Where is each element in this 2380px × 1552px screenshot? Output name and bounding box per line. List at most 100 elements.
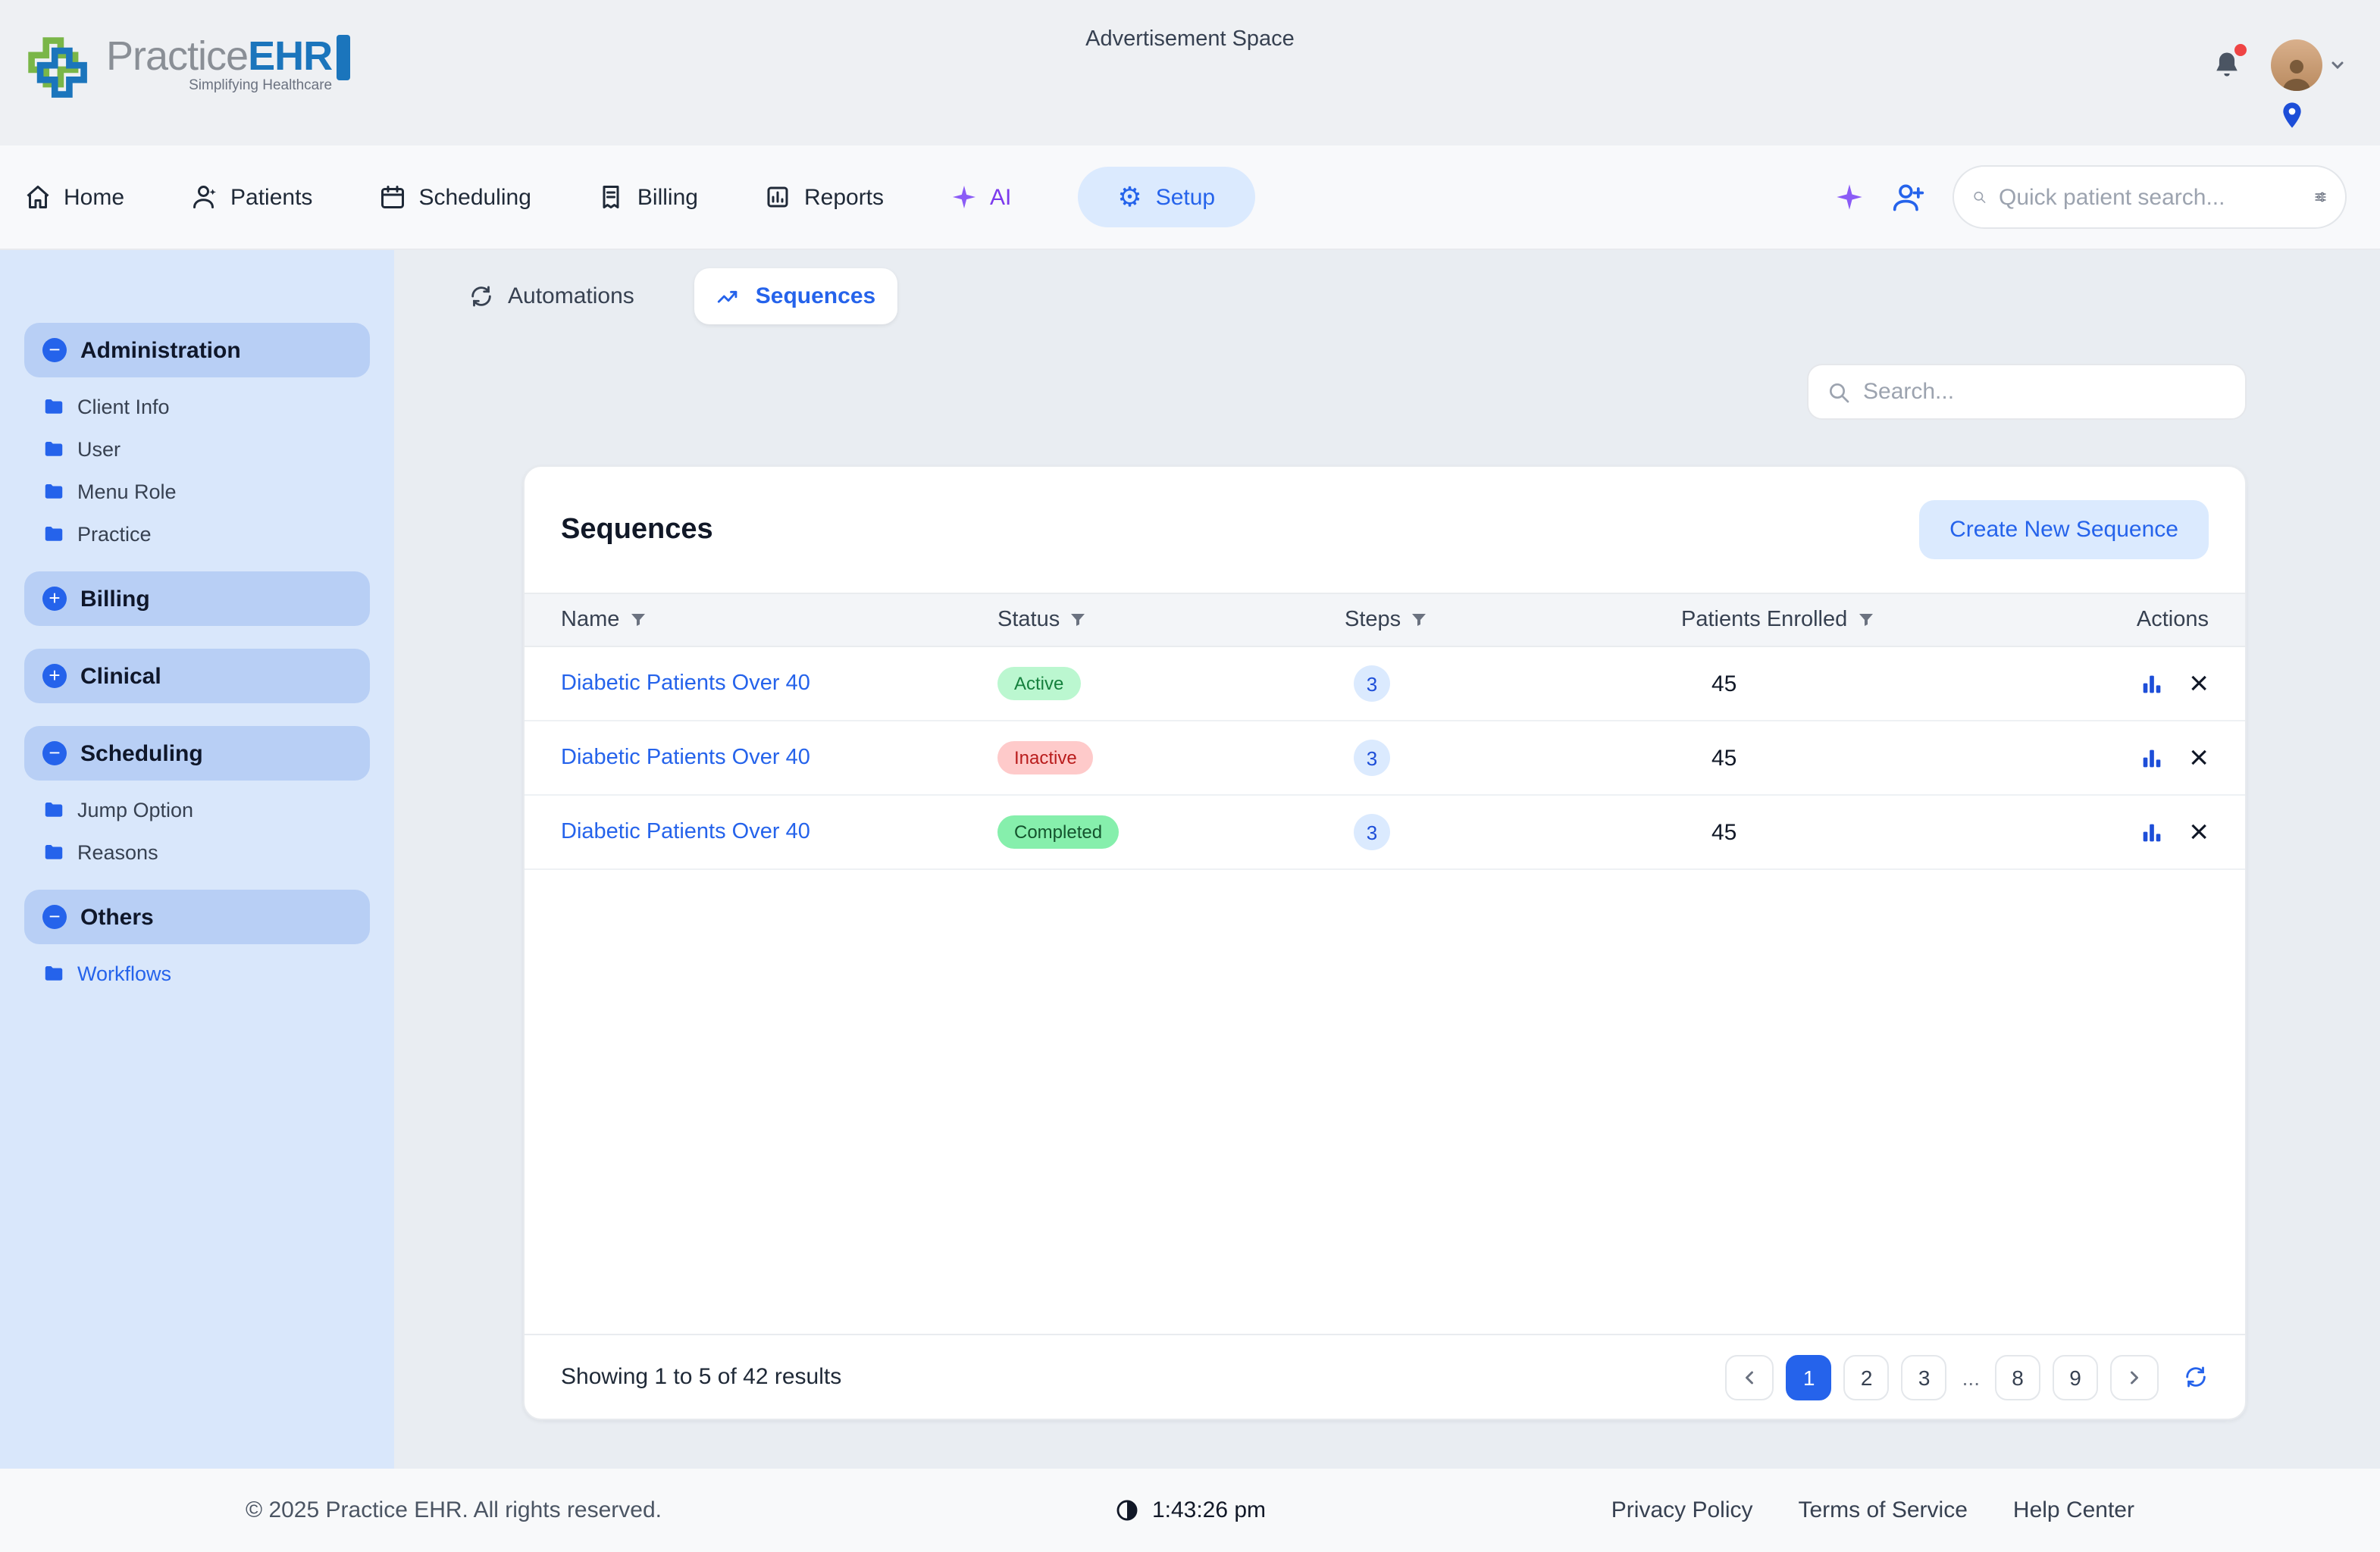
page-button-3[interactable]: 3 <box>1902 1354 1947 1400</box>
filter-funnel-icon[interactable] <box>628 611 647 629</box>
page-button-8[interactable]: 8 <box>1995 1354 2040 1400</box>
table-footer: Showing 1 to 5 of 42 results 1 2 3 ... 8… <box>525 1334 2245 1419</box>
nav-setup-label: Setup <box>1156 184 1215 210</box>
sequence-name-link[interactable]: Diabetic Patients Over 40 <box>561 820 997 844</box>
filter-sliders-icon[interactable] <box>2313 185 2327 209</box>
nav-patients[interactable]: Patients <box>191 183 312 211</box>
page-button-2[interactable]: 2 <box>1844 1354 1890 1400</box>
table-row: Diabetic Patients Over 40 Active 3 45 × <box>525 647 2245 721</box>
view-analytics-button[interactable] <box>2139 819 2165 845</box>
col-header-name[interactable]: Name <box>561 608 997 632</box>
sidebar-group-billing-header[interactable]: + Billing <box>24 571 370 626</box>
filter-funnel-icon[interactable] <box>1410 611 1428 629</box>
pagination-ellipsis: ... <box>1959 1365 1983 1389</box>
expand-icon[interactable]: + <box>42 664 67 688</box>
sequence-name-link[interactable]: Diabetic Patients Over 40 <box>561 671 997 696</box>
notifications-button[interactable] <box>2210 48 2244 82</box>
page-footer: © 2025 Practice EHR. All rights reserved… <box>0 1469 2380 1552</box>
nav-ai[interactable]: AI <box>950 183 1011 211</box>
pagination: 1 2 3 ... 8 9 <box>1726 1354 2209 1400</box>
nav-reports[interactable]: Reports <box>765 183 884 211</box>
home-icon <box>24 183 52 211</box>
sidebar: − Administration Client Info User Menu R… <box>0 250 394 1469</box>
avatar-person-icon <box>2277 55 2316 91</box>
page-button-1[interactable]: 1 <box>1787 1354 1832 1400</box>
collapse-icon[interactable]: − <box>42 905 67 929</box>
folder-icon <box>42 523 65 546</box>
chevron-right-icon <box>2124 1366 2145 1388</box>
sidebar-group-scheduling: − Scheduling Jump Option Reasons <box>24 726 370 867</box>
filter-funnel-icon[interactable] <box>1856 611 1874 629</box>
view-analytics-button[interactable] <box>2139 671 2165 696</box>
ai-shortcut-button[interactable] <box>1834 182 1865 212</box>
help-center-link[interactable]: Help Center <box>2013 1497 2134 1523</box>
sidebar-item-client-info[interactable]: Client Info <box>42 396 370 418</box>
col-header-patients[interactable]: Patients Enrolled <box>1681 608 2027 632</box>
sidebar-group-others: − Others Workflows <box>24 890 370 988</box>
page-button-9[interactable]: 9 <box>2053 1354 2098 1400</box>
search-icon <box>1827 380 1851 404</box>
collapse-icon[interactable]: − <box>42 741 67 765</box>
col-header-actions: Actions <box>2027 608 2209 632</box>
sequence-search-input[interactable] <box>1863 379 2227 405</box>
sidebar-item-jump-option[interactable]: Jump Option <box>42 799 370 821</box>
tab-automations-label: Automations <box>508 283 634 309</box>
nav-home[interactable]: Home <box>24 183 124 211</box>
tab-sequences[interactable]: Sequences <box>695 268 897 324</box>
sidebar-item-workflows[interactable]: Workflows <box>42 962 370 985</box>
gear-icon: ⚙ <box>1117 183 1141 211</box>
add-patient-button[interactable] <box>1892 180 1925 214</box>
calendar-icon <box>379 183 406 211</box>
col-header-status[interactable]: Status <box>997 608 1345 632</box>
privacy-policy-link[interactable]: Privacy Policy <box>1611 1497 1753 1523</box>
nav-scheduling-label: Scheduling <box>418 184 531 210</box>
sidebar-group-scheduling-header[interactable]: − Scheduling <box>24 726 370 781</box>
sidebar-item-label: Reasons <box>77 841 158 864</box>
tab-automations[interactable]: Automations <box>447 268 656 324</box>
advertisement-space: Advertisement Space <box>0 27 2380 52</box>
user-menu[interactable] <box>2271 39 2347 91</box>
sidebar-item-user[interactable]: User <box>42 438 370 461</box>
nav-billing[interactable]: Billing <box>598 183 698 211</box>
bar-chart-icon <box>2139 671 2165 696</box>
search-icon <box>1972 185 1987 209</box>
quick-patient-search <box>1953 165 2347 229</box>
person-add-icon <box>1892 180 1925 214</box>
sparkle-icon <box>950 183 978 211</box>
delete-sequence-button[interactable]: × <box>2189 667 2209 700</box>
terms-of-service-link[interactable]: Terms of Service <box>1799 1497 1968 1523</box>
close-icon: × <box>2189 667 2209 700</box>
avatar <box>2271 39 2322 91</box>
sidebar-item-practice[interactable]: Practice <box>42 523 370 546</box>
prev-page-button[interactable] <box>1726 1354 1774 1400</box>
col-header-steps[interactable]: Steps <box>1345 608 1681 632</box>
sidebar-item-reasons[interactable]: Reasons <box>42 841 370 864</box>
sidebar-group-label: Others <box>80 904 154 930</box>
refresh-icon <box>2183 1364 2209 1390</box>
sidebar-group-administration-header[interactable]: − Administration <box>24 323 370 377</box>
view-analytics-button[interactable] <box>2139 745 2165 771</box>
nav-setup[interactable]: ⚙ Setup <box>1078 167 1254 227</box>
sidebar-group-clinical-header[interactable]: + Clinical <box>24 649 370 703</box>
sequences-card: Sequences Create New Sequence Name Statu… <box>523 465 2247 1420</box>
refresh-list-button[interactable] <box>2183 1364 2209 1390</box>
create-new-sequence-button[interactable]: Create New Sequence <box>1919 500 2209 559</box>
steps-badge: 3 <box>1354 740 1390 776</box>
sidebar-group-label: Administration <box>80 337 241 363</box>
sidebar-item-menu-role[interactable]: Menu Role <box>42 480 370 503</box>
quick-patient-search-input[interactable] <box>1999 184 2300 210</box>
next-page-button[interactable] <box>2110 1354 2159 1400</box>
card-title: Sequences <box>561 513 713 546</box>
sidebar-group-others-header[interactable]: − Others <box>24 890 370 944</box>
sequence-name-link[interactable]: Diabetic Patients Over 40 <box>561 746 997 770</box>
status-badge: Completed <box>997 815 1119 849</box>
expand-icon[interactable]: + <box>42 587 67 611</box>
filter-funnel-icon[interactable] <box>1069 611 1087 629</box>
nav-scheduling[interactable]: Scheduling <box>379 183 531 211</box>
collapse-icon[interactable]: − <box>42 338 67 362</box>
nav-ai-label: AI <box>990 184 1011 210</box>
delete-sequence-button[interactable]: × <box>2189 815 2209 849</box>
sidebar-group-clinical: + Clinical <box>24 649 370 703</box>
delete-sequence-button[interactable]: × <box>2189 741 2209 774</box>
location-pin-button[interactable] <box>2277 100 2307 130</box>
